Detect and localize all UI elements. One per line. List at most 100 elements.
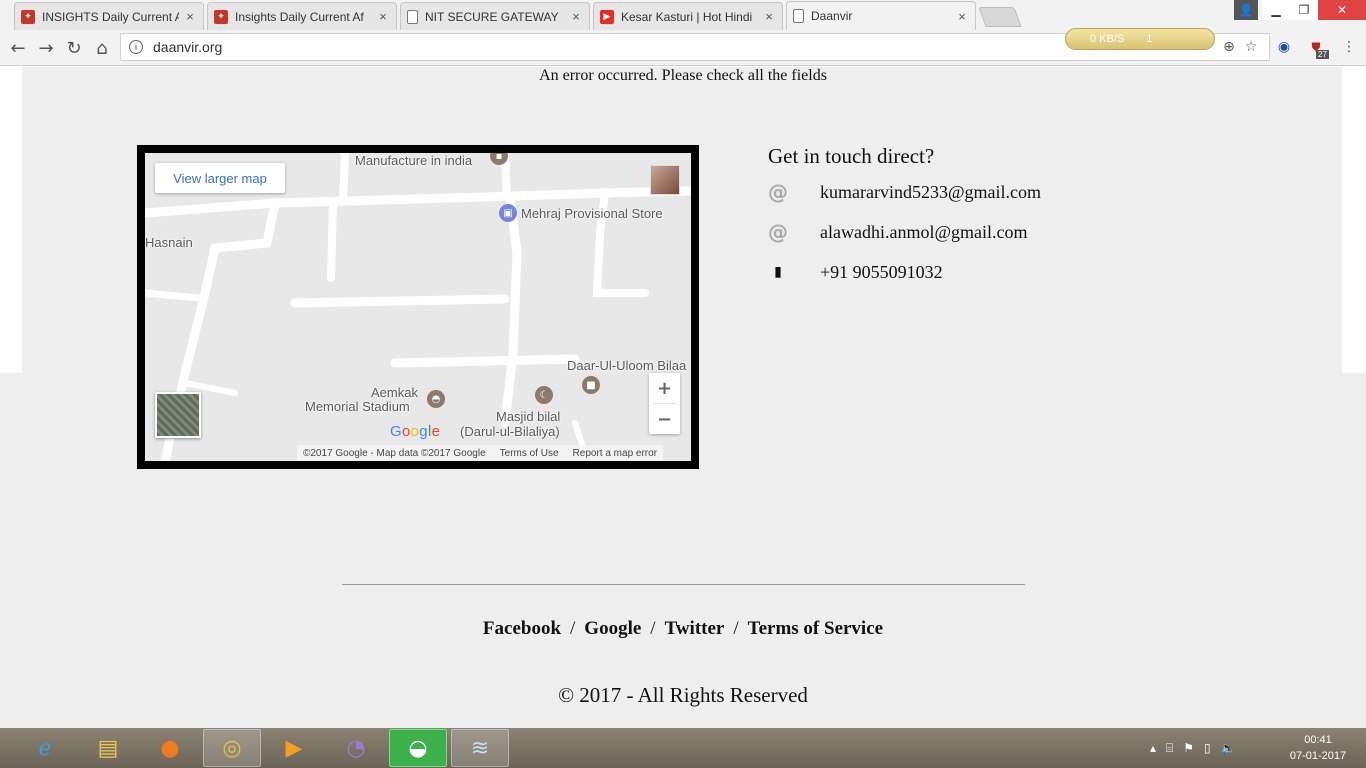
map-report-link[interactable]: Report a map error [573, 448, 657, 459]
contact-email-2[interactable]: alawadhi.anmol@gmail.com [820, 222, 1028, 243]
tab-close-icon[interactable]: × [955, 9, 969, 24]
torrent-icon[interactable]: ◔ [327, 729, 385, 767]
error-message: An error occurred. Please check all the … [539, 67, 827, 84]
user-profile-icon[interactable]: 👤 [1234, 0, 1258, 20]
home-icon[interactable]: ⌂ [90, 36, 114, 60]
street-view-thumbnail[interactable] [650, 165, 680, 195]
youtube-icon: ▶ [600, 9, 614, 24]
footer-link-facebook[interactable]: Facebook [483, 618, 561, 639]
road [339, 153, 349, 205]
road [500, 192, 522, 428]
contact-email-row: @ kumararvind5233@gmail.com [768, 180, 1041, 204]
firefox-icon[interactable]: ● [141, 729, 199, 767]
map-attribution-bar: ©2017 Google - Map data ©2017 Google Ter… [297, 445, 664, 461]
contact-email-row: @ alawadhi.anmol@gmail.com [768, 220, 1028, 244]
footer-link-twitter[interactable]: Twitter [665, 618, 725, 639]
tab-close-icon[interactable]: × [569, 9, 583, 24]
zoom-icon[interactable]: ⊕ [1220, 38, 1238, 56]
tab-nit-gateway[interactable]: NIT SECURE GATEWAY × [400, 2, 590, 30]
map-label-mehraj: Mehraj Provisional Store [521, 206, 663, 221]
tab-bar: ✦ INSIGHTS Daily Current A × ✦ Insights … [0, 0, 1366, 30]
satellite-view-toggle[interactable] [155, 392, 201, 438]
taskbar-clock[interactable]: 00:41 07-01-2017 [1278, 732, 1358, 764]
stadium-poi-icon[interactable]: ◓ [427, 390, 445, 408]
close-window-button[interactable]: ✕ [1318, 0, 1366, 20]
insights-favicon-icon: ✦ [214, 9, 228, 24]
network-speed-meter[interactable]: 0 KB/S 1 [1065, 28, 1215, 50]
footer-separator: / [650, 618, 656, 639]
extension-globe-icon[interactable]: ◉ [1275, 38, 1293, 56]
contact-phone-row: ▮ +91 9055091032 [768, 261, 943, 283]
shopping-bag-poi-icon[interactable]: ▣ [499, 204, 517, 222]
map-label-daar-ul-uloom: Daar-Ul-Uloom Bilaa [567, 358, 687, 373]
tab-title: INSIGHTS Daily Current A [42, 9, 179, 24]
school-poi-icon[interactable]: ■ [582, 376, 600, 394]
map-terms-link[interactable]: Terms of Use [500, 448, 559, 459]
tab-close-icon[interactable]: × [376, 9, 390, 24]
tab-title: NIT SECURE GATEWAY [425, 9, 559, 24]
maximize-button[interactable]: ❐ [1290, 0, 1318, 20]
net-speed-value: 0 KB/S [1090, 33, 1125, 45]
internet-explorer-icon[interactable]: ℯ [16, 729, 74, 767]
zoom-out-button[interactable]: − [649, 404, 680, 434]
contact-email-1[interactable]: kumararvind5233@gmail.com [820, 182, 1041, 203]
net-count-value: 1 [1146, 33, 1153, 45]
extension-badge: 27 [1316, 50, 1329, 59]
minimize-button[interactable]: ▁ [1262, 0, 1290, 20]
mobile-phone-icon: ▮ [774, 264, 782, 280]
at-sign-icon: @ [768, 180, 788, 204]
document-icon [407, 9, 418, 24]
tab-daanvir[interactable]: Daanvir × [786, 1, 976, 30]
at-sign-icon: @ [768, 220, 788, 244]
map-frame: View larger map Manufacture in india ▪ ▣… [137, 145, 699, 469]
map-zoom-control: + − [649, 373, 680, 434]
zoom-in-button[interactable]: + [649, 373, 680, 403]
road [327, 199, 337, 282]
footer-link-terms-of-service[interactable]: Terms of Service [748, 618, 883, 639]
clock-date: 07-01-2017 [1289, 750, 1347, 762]
google-map[interactable]: View larger map Manufacture in india ▪ ▣… [145, 153, 691, 461]
map-label-manufacture: Manufacture in india [355, 153, 473, 168]
site-info-icon[interactable]: i [129, 40, 143, 54]
network-app-icon[interactable]: ≋ [451, 729, 509, 767]
new-tab-button[interactable] [978, 7, 1022, 27]
footer-divider [342, 584, 1025, 585]
map-copyright: ©2017 Google - Map data ©2017 Google [303, 447, 486, 459]
forward-arrow-icon[interactable]: → [34, 36, 58, 60]
tab-insights-1[interactable]: ✦ INSIGHTS Daily Current A × [14, 2, 204, 30]
battery-icon[interactable]: ▯ [1204, 741, 1211, 755]
media-player-icon[interactable]: ▶ [265, 729, 323, 767]
page-content: An error occurred. Please check all the … [0, 67, 1366, 728]
contact-phone-number[interactable]: +91 9055091032 [820, 262, 943, 283]
tab-insights-2[interactable]: ✦ Insights Daily Current Af × [207, 2, 397, 30]
road [290, 294, 510, 308]
copyright-text: © 2017 - All Rights Reserved [558, 683, 808, 707]
reload-icon[interactable]: ↻ [62, 36, 86, 60]
file-explorer-icon[interactable]: ▤ [79, 729, 137, 767]
volume-icon[interactable]: 🔈 [1221, 741, 1236, 755]
road [145, 289, 204, 302]
view-larger-map-link[interactable]: View larger map [155, 163, 285, 193]
tab-title: Insights Daily Current Af [235, 9, 364, 24]
chrome-icon[interactable]: ◎ [203, 729, 261, 767]
footer-separator: / [570, 618, 576, 639]
tab-kesar-kasturi[interactable]: ▶ Kesar Kasturi | Hot Hindi × [593, 2, 783, 30]
tab-close-icon[interactable]: × [183, 9, 197, 24]
map-label-darul-bilaliya: (Darul-ul-Bilaliya) [460, 424, 560, 439]
map-label-aemkak: Aemkak [371, 385, 418, 400]
back-arrow-icon[interactable]: ← [6, 36, 30, 60]
bookmark-star-icon[interactable]: ☆ [1242, 38, 1260, 56]
footer-links: Facebook / Google / Twitter / Terms of Service [0, 618, 1366, 640]
tray-expand-icon[interactable]: ▴ [1150, 741, 1156, 755]
tab-close-icon[interactable]: × [762, 9, 776, 24]
menu-icon[interactable]: ⋮ [1340, 38, 1358, 56]
map-roads [145, 153, 691, 461]
google-logo[interactable]: Google [390, 423, 440, 440]
network-tray-icon[interactable]: ⌸ [1166, 741, 1173, 756]
tab-title: Kesar Kasturi | Hot Hindi [621, 9, 753, 24]
action-center-flag-icon[interactable]: ⚑ [1183, 741, 1194, 755]
eagle-browser-icon[interactable]: ◒ [389, 729, 447, 767]
system-tray: ▴ ⌸ ⚑ ▯ 🔈 [1150, 728, 1236, 768]
footer-link-google[interactable]: Google [584, 618, 641, 639]
mosque-poi-icon[interactable]: ☾ [535, 386, 553, 404]
